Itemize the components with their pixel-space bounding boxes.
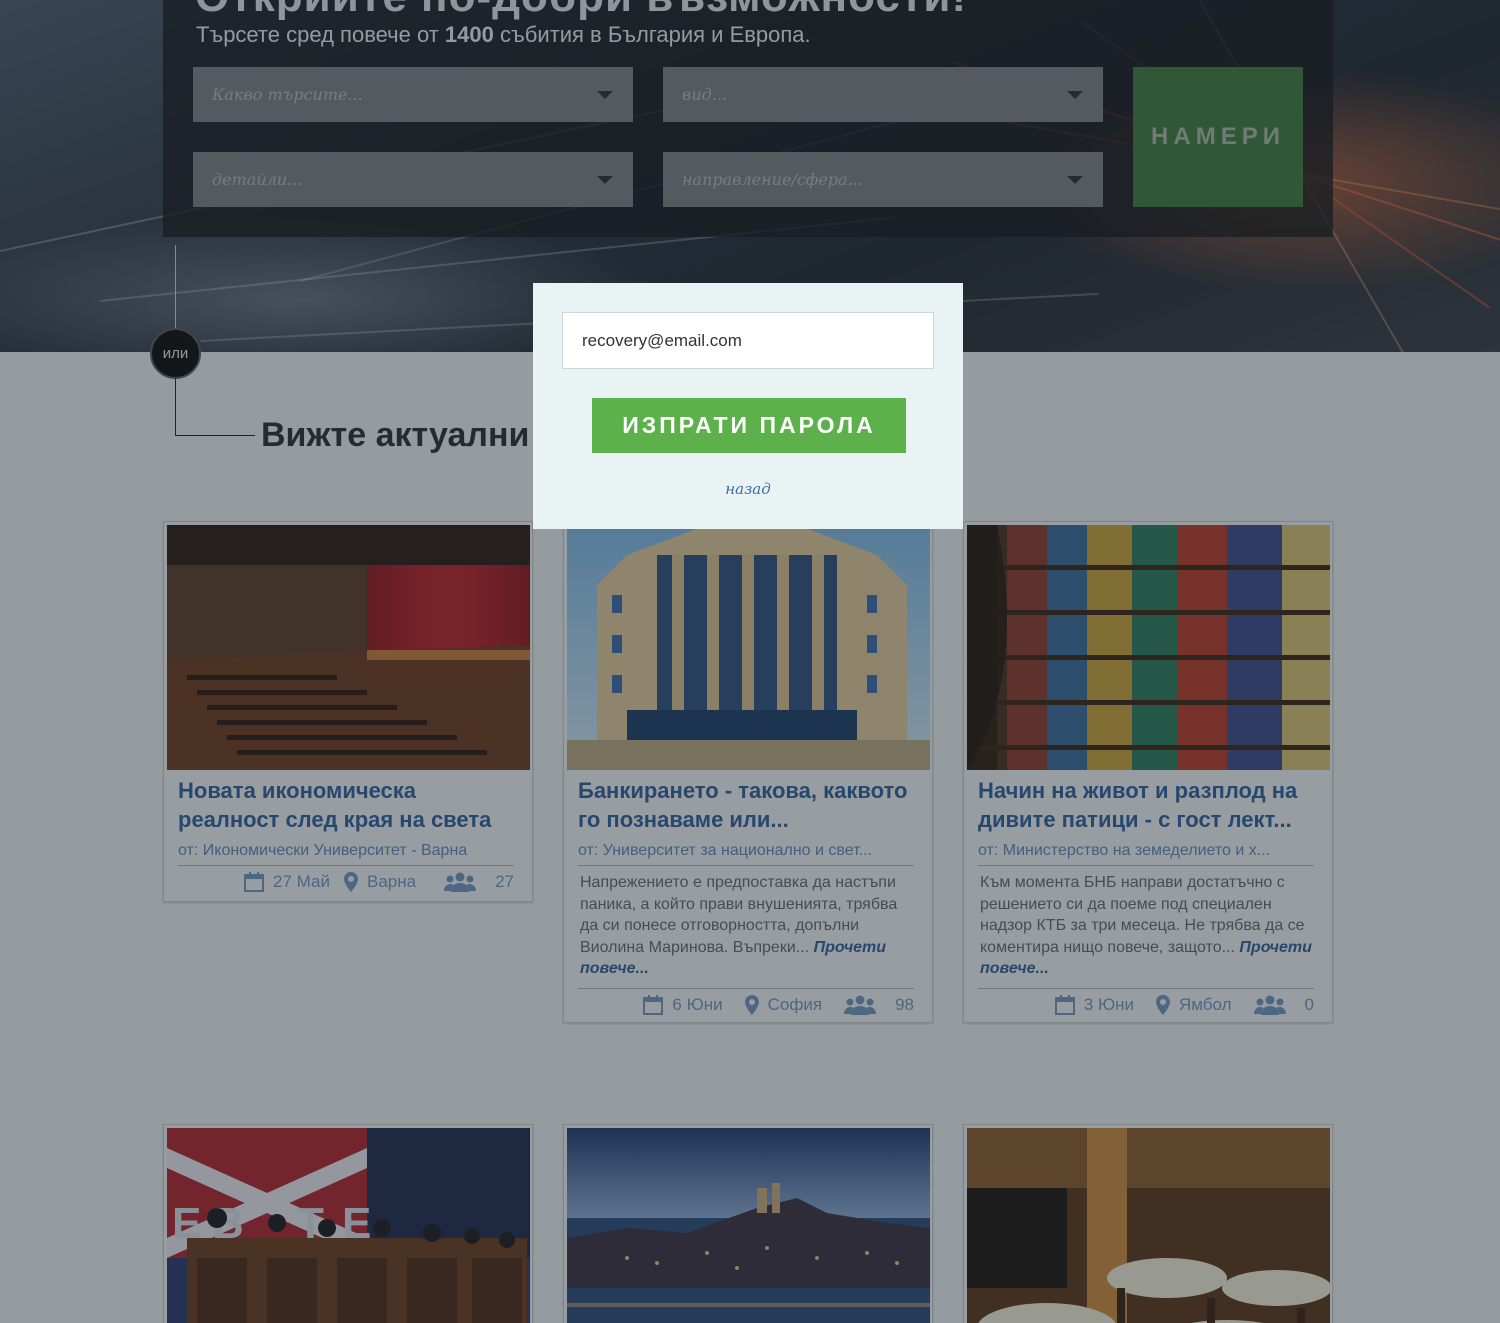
password-recovery-modal: ИЗПРАТИ ПАРОЛА назад: [533, 283, 963, 529]
back-link[interactable]: назад: [533, 480, 963, 498]
send-password-button[interactable]: ИЗПРАТИ ПАРОЛА: [592, 398, 906, 453]
modal-backdrop[interactable]: [0, 0, 1500, 1323]
recovery-email-input[interactable]: [562, 312, 934, 369]
